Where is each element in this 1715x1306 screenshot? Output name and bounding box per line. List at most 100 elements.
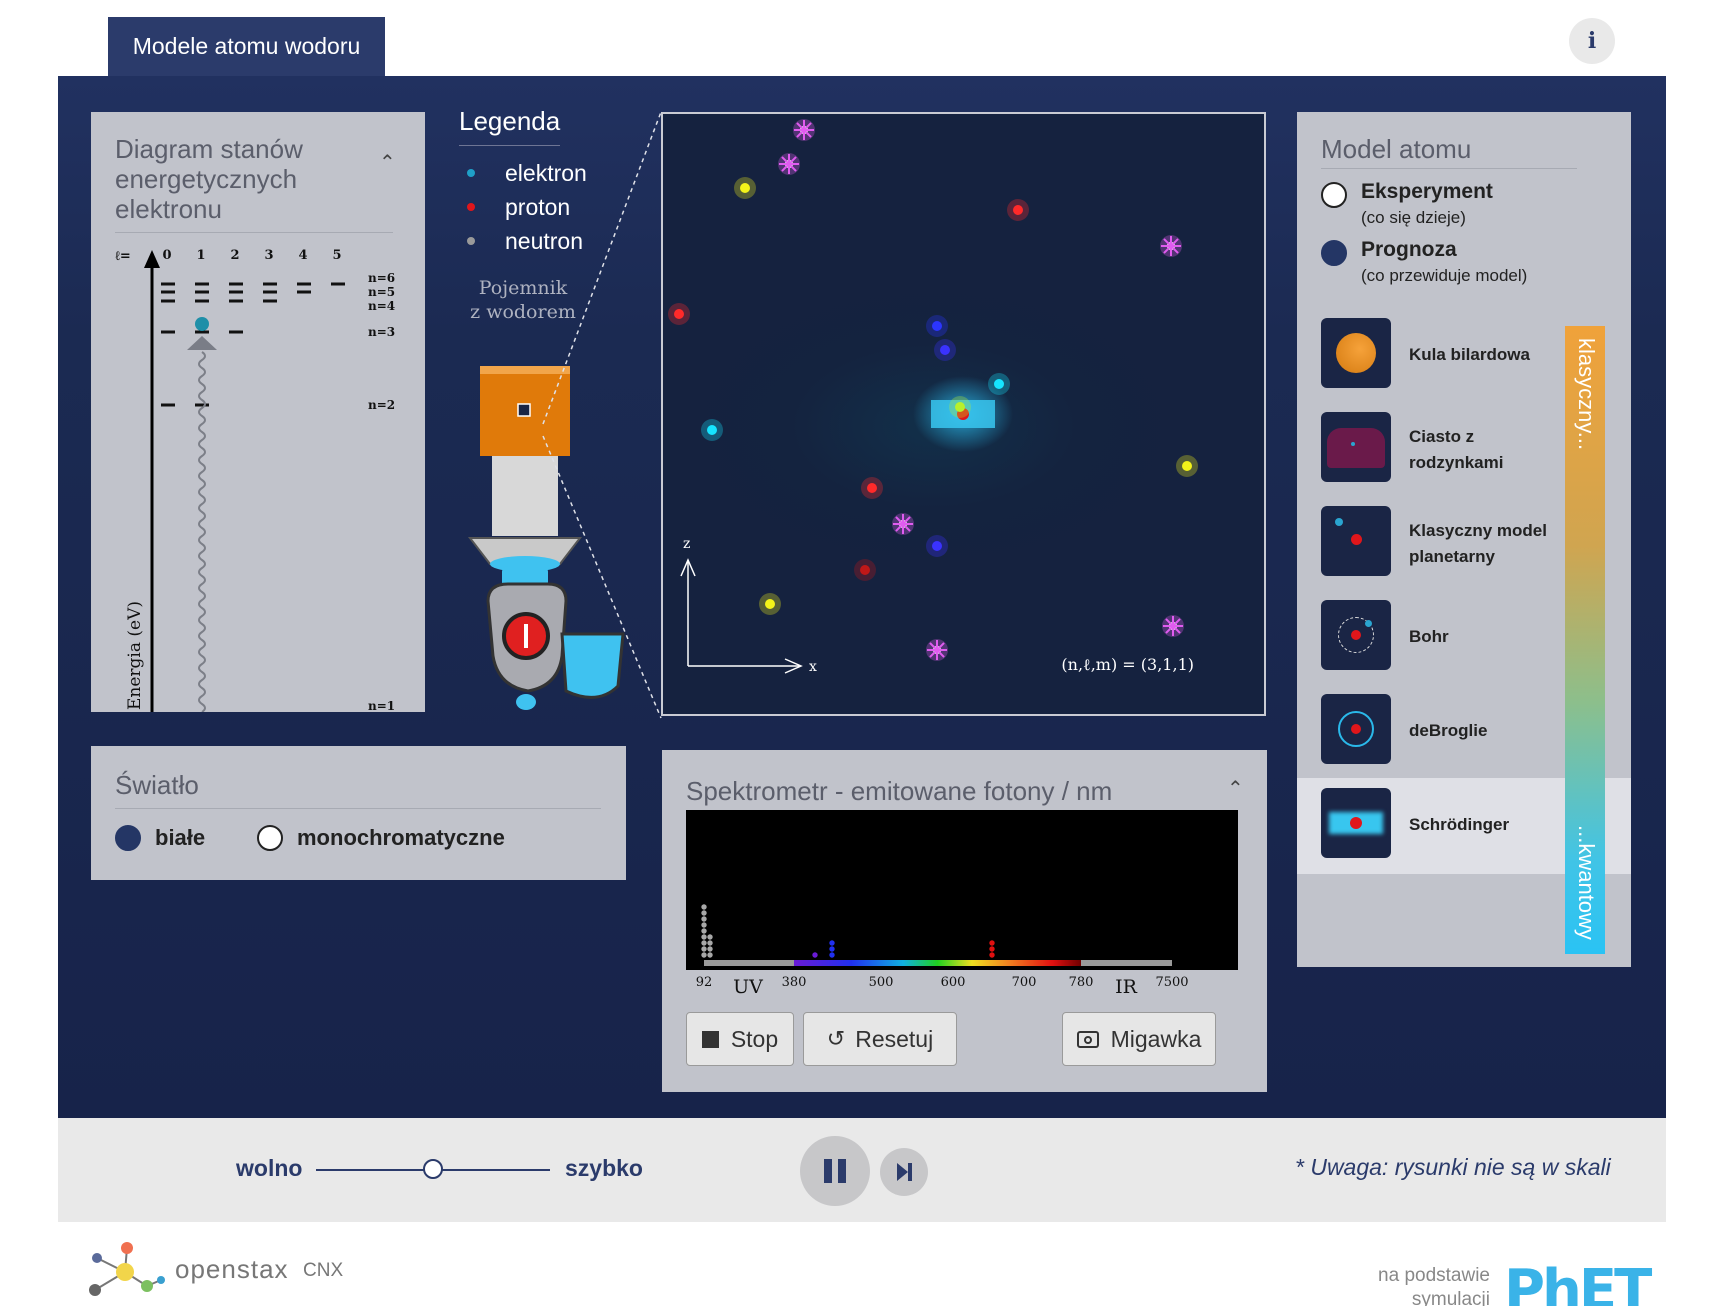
step-button[interactable] [880, 1148, 928, 1196]
atom-view: z x (n,ℓ,m) = (3,1,1) [661, 112, 1266, 716]
photon-particle [1182, 461, 1192, 471]
atom-model-panel: Model atomu Eksperyment (co się dzieje) P… [1297, 112, 1631, 967]
photon-count-dot [812, 952, 818, 958]
light-mono-option[interactable]: monochromatyczne [257, 825, 505, 851]
speed-slider-thumb[interactable] [423, 1159, 443, 1179]
pause-button[interactable] [800, 1136, 870, 1206]
photon-count-dot [701, 910, 707, 916]
info-button[interactable]: i [1569, 18, 1615, 64]
photon-particle [1013, 205, 1023, 215]
tick-label: 380 [782, 975, 807, 990]
energy-axis-label: Energia (eV) [125, 601, 145, 710]
photon-particle [940, 345, 950, 355]
classical-solar-icon [1321, 506, 1391, 576]
tick-label: 7500 [1155, 975, 1188, 990]
reset-button[interactable]: ↺ Resetuj [803, 1012, 957, 1066]
openstax-molecule-icon [89, 1242, 165, 1296]
photon-count-dot [701, 916, 707, 922]
photon-particle [955, 402, 965, 412]
quantum-state-label: (n,ℓ,m) = (3,1,1) [1061, 655, 1194, 674]
zoom-lines [542, 111, 662, 719]
photon-count-dot [707, 934, 713, 940]
tick-label: 92 [696, 975, 713, 990]
l-value: 3 [264, 248, 273, 263]
fast-label: szybko [565, 1155, 643, 1181]
tick-label: 780 [1069, 975, 1094, 990]
scale-note: * Uwaga: rysunki nie są w skali [1295, 1154, 1611, 1180]
photon-particle [707, 425, 717, 435]
snapshot-button[interactable]: Migawka [1062, 1012, 1216, 1066]
info-icon: i [1587, 28, 1597, 54]
stop-button[interactable]: Stop [686, 1012, 794, 1066]
page: Modele atomu wodoru i Diagram stanów ene… [0, 0, 1715, 1306]
photon-count-dot [707, 946, 713, 952]
level-label: n=2 [368, 398, 395, 412]
photon-count-dot [829, 946, 835, 952]
photon-count-dot [989, 946, 995, 952]
tick-label: 600 [941, 975, 966, 990]
l-value: 1 [196, 248, 205, 263]
collapse-chevron-icon[interactable]: ⌃ [1227, 776, 1244, 801]
electron-marker [195, 317, 209, 331]
debroglie-icon [1321, 694, 1391, 764]
spectrum-axis: 92 380 500 600 700 780 7500 UV IR [696, 975, 1189, 998]
light-panel: Światło białe monochromatyczne [91, 746, 626, 880]
photon-particle [740, 183, 750, 193]
control-bar: wolno szybko * Uwaga: rysunki nie są w s… [58, 1118, 1666, 1222]
level-label: n=4 [368, 299, 395, 313]
mode-experiment-option[interactable]: Eksperyment (co się dzieje) [1321, 180, 1493, 228]
light-title: Światło [115, 770, 199, 800]
photon-particle [932, 541, 942, 551]
tab-hydrogen-models[interactable]: Modele atomu wodoru [108, 17, 385, 76]
scale-bottom-label: ...kwantowy [1574, 825, 1599, 940]
reset-icon: ↺ [826, 1026, 846, 1051]
l-value: 5 [332, 248, 341, 263]
phet-logo: PhET [1504, 1258, 1652, 1306]
photon-count-dot [701, 946, 707, 952]
billiard-ball-icon [1321, 318, 1391, 388]
classical-quantum-scale: klasyczny... ...kwantowy [1565, 326, 1605, 954]
scale-top-label: klasyczny... [1574, 338, 1599, 451]
mode-prediction-option[interactable]: Prognoza (co przewiduje model) [1321, 238, 1527, 286]
plum-pudding-icon [1321, 412, 1391, 482]
photon-count-dot [701, 934, 707, 940]
slow-label: wolno [236, 1155, 303, 1181]
photon-count-dot [701, 922, 707, 928]
ir-label: IR [1115, 976, 1138, 998]
level-label: n=3 [368, 325, 395, 339]
step-forward-icon [896, 1163, 912, 1181]
l-value: 2 [230, 248, 239, 263]
camera-icon [1076, 1030, 1099, 1048]
photon-particle [932, 321, 942, 331]
energy-level-diagram: ℓ= 0 1 2 3 4 5 n=6 n=5 n=4 n=3 n=2 n=1 E… [114, 248, 395, 712]
light-white-option[interactable]: białe [115, 825, 205, 851]
electron-icon [467, 169, 475, 177]
photon-count-dot [989, 940, 995, 946]
x-axis-label: x [809, 659, 817, 675]
radio-selected-icon [1321, 240, 1347, 266]
uv-label: UV [733, 976, 763, 998]
photon-particle [860, 565, 870, 575]
photon-count-dot [707, 952, 713, 958]
level-label: n=5 [368, 285, 395, 299]
photon-particle [765, 599, 775, 609]
bohr-icon [1321, 600, 1391, 670]
neutron-icon [467, 237, 475, 245]
tick-label: 700 [1012, 975, 1037, 990]
model-title: Model atomu [1321, 134, 1472, 164]
photon-particle [674, 309, 684, 319]
photon-count-dot [701, 904, 707, 910]
l-value: 0 [162, 248, 171, 263]
spectrometer-title: Spektrometr - emitowane fotony / nm [686, 776, 1113, 806]
photon-count-dot [829, 952, 835, 958]
photon-particle [867, 483, 877, 493]
photon-count-dot [701, 952, 707, 958]
level-label: n=1 [368, 699, 395, 712]
photon-particle [994, 379, 1004, 389]
schrodinger-icon [1321, 788, 1391, 858]
photon-count-dot [829, 940, 835, 946]
l-label: ℓ= [114, 249, 131, 264]
photon-count-dot [989, 952, 995, 958]
proton-icon [467, 203, 475, 211]
radio-empty-icon [1321, 182, 1347, 208]
